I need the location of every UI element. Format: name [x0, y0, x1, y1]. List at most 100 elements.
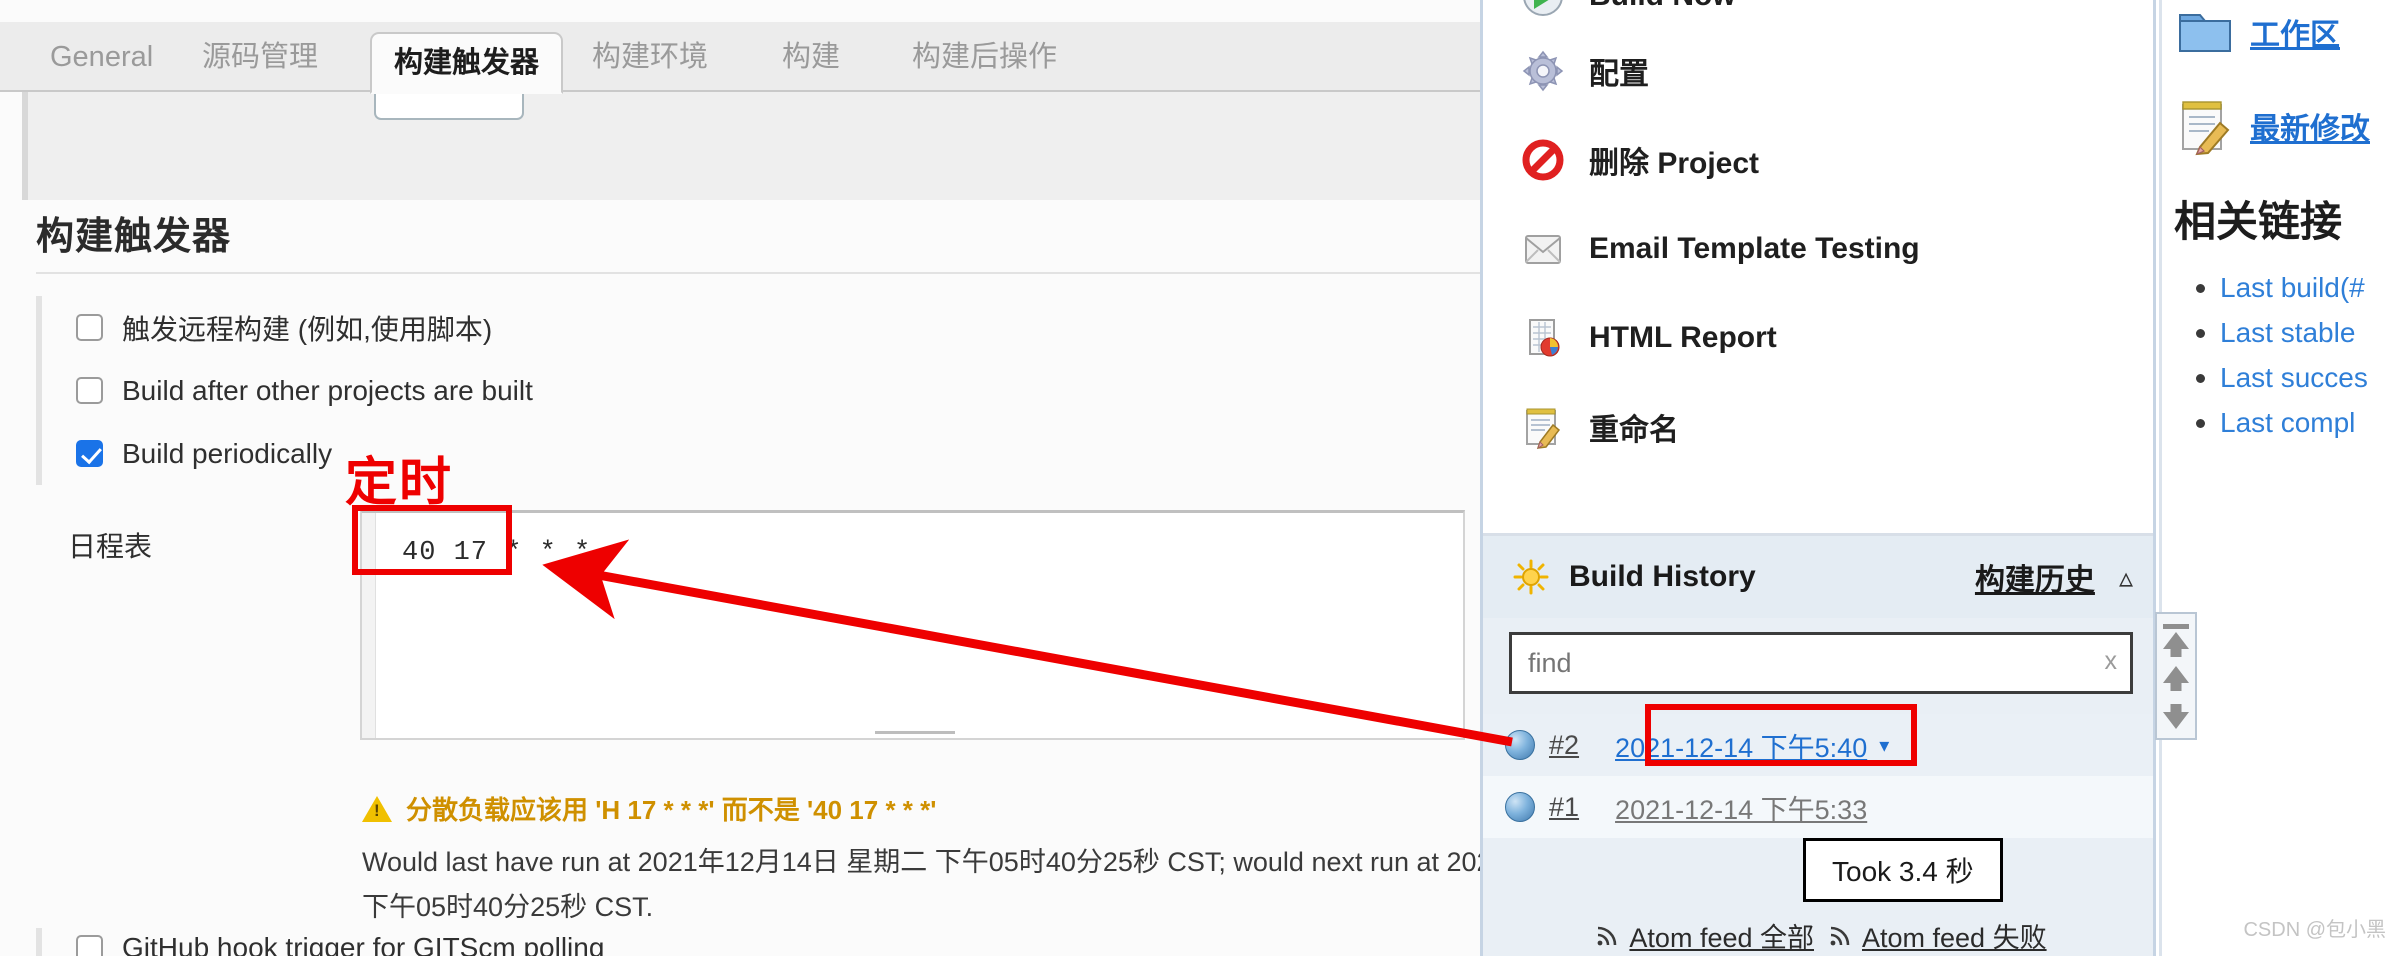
menu-item-delete-project-label: 删除 Project [1589, 146, 1760, 180]
build-periodically-row[interactable]: Build periodically [76, 422, 1480, 485]
gear-icon [1519, 47, 1567, 95]
scroll-up-stem [2170, 681, 2182, 691]
build-periodically-checkbox[interactable] [76, 440, 103, 467]
github-hook-trigger-checkbox[interactable] [76, 934, 103, 956]
build-after-other-projects-row[interactable]: Build after other projects are built [76, 359, 1480, 422]
screenshot-root: 高级 General 源码管理 构建触发器 构建环境 构建 构建后操作 构建触发… [0, 0, 2406, 956]
last-changes-link[interactable]: 最新修改 [2162, 78, 2370, 174]
tab-build-triggers[interactable]: 构建触发器 [370, 32, 564, 94]
sun-icon [1513, 559, 1549, 595]
menu-item-configure-label: 配置 [1589, 57, 1649, 91]
menu-item-configure[interactable]: 配置 [1483, 26, 2153, 115]
build-history-search-wrap: x [1509, 632, 2133, 694]
scroll-down-icon[interactable] [2163, 712, 2189, 729]
build-history-search-input[interactable] [1509, 632, 2133, 694]
triggers-form: 触发远程构建 (例如,使用脚本) Build after other proje… [36, 296, 1480, 485]
notepad-pencil-icon [2174, 95, 2236, 157]
build-now-icon [1519, 0, 1567, 20]
rename-icon [1519, 403, 1567, 451]
atom-feed-all-link[interactable]: Atom feed 全部 [1595, 916, 1814, 955]
build-status-ball-icon [1505, 792, 1535, 822]
scroll-top-bar-icon [2163, 624, 2189, 629]
list-item[interactable]: Last succes [2196, 355, 2406, 400]
build-history-header-right: 构建历史 ▵ [1975, 555, 2133, 599]
folder-icon [2174, 1, 2236, 63]
config-top-strip [22, 92, 1480, 200]
build-history-header[interactable]: Build History 构建历史 ▵ [1483, 536, 2153, 618]
rss-icon [1595, 924, 1619, 948]
clear-search-icon[interactable]: x [2105, 647, 2118, 676]
schedule-warning: 分散负载应该用 'H 17 * * *' 而不是 '40 17 * * *' [362, 790, 936, 827]
build-date-link[interactable]: 2021-12-14 下午5:33 [1615, 788, 1867, 827]
menu-item-email-template-testing[interactable]: Email Template Testing [1483, 204, 2153, 293]
workspace-link[interactable]: 工作区 [2162, 0, 2340, 70]
github-hook-trigger-label: GitHub hook trigger for GITScm polling [122, 932, 605, 956]
build-history-title-zh[interactable]: 构建历史 [1975, 555, 2095, 599]
jenkins-sidebar-panel: Build Now 配置 [1480, 0, 2156, 956]
list-item[interactable]: Last stable [2196, 310, 2406, 355]
tab-post-build[interactable]: 构建后操作 [890, 22, 1079, 92]
atom-feed-failed-link[interactable]: Atom feed 失败 [1828, 916, 2047, 955]
section-divider [36, 272, 1480, 274]
build-periodically-label: Build periodically [122, 437, 333, 469]
annotation-dingshi: 定时 [345, 453, 454, 513]
schedule-next-run-line2: 下午05时40分25秒 CST. [362, 892, 654, 922]
related-links-list: Last build(# Last stable Last succes Las… [2162, 265, 2406, 445]
build-after-other-projects-label: Build after other projects are built [122, 374, 533, 406]
schedule-next-run-line1: Would last have run at 2021年12月14日 星期二 下… [362, 847, 1480, 877]
schedule-textarea[interactable]: 40 17 * * * [360, 510, 1465, 740]
build-date-link[interactable]: 2021-12-14 下午5:40 [1615, 726, 1867, 765]
trigger-remote-build-label: 触发远程构建 (例如,使用脚本) [122, 313, 493, 345]
related-links-column: 工作区 最新修改 相关链接 Last build(# Last stable L… [2159, 0, 2406, 956]
related-links-title: 相关链接 [2174, 198, 2343, 245]
list-item[interactable]: Last build(# [2196, 265, 2406, 310]
list-item[interactable]: Last compl [2196, 400, 2406, 445]
trigger-remote-build-checkbox[interactable] [76, 314, 103, 341]
build-history-panel: Build History 构建历史 ▵ x #2 2021-12-14 下午5… [1483, 536, 2153, 956]
config-tab-bar: General 源码管理 构建触发器 构建环境 构建 构建后操作 [0, 22, 1480, 94]
last-changes-link-label: 最新修改 [2250, 113, 2370, 146]
tab-general[interactable]: General [28, 22, 175, 92]
schedule-value: 40 17 * * * [402, 538, 592, 568]
build-history-title: Build History [1569, 560, 1756, 593]
warning-triangle-icon [362, 795, 392, 822]
build-history-scroll-controls[interactable] [2155, 612, 2197, 740]
csdn-watermark: CSDN @包小黑 [2243, 919, 2386, 941]
build-history-row[interactable]: #1 2021-12-14 下午5:33 [1483, 776, 2153, 838]
build-number-link[interactable]: #2 [1549, 730, 1579, 761]
build-history-row[interactable]: #2 2021-12-14 下午5:40 ▾ [1483, 714, 2153, 776]
project-action-menu: Build Now 配置 [1483, 0, 2153, 471]
job-config-page: 高级 General 源码管理 构建触发器 构建环境 构建 构建后操作 构建触发… [0, 0, 1480, 956]
menu-item-rename-label: 重命名 [1589, 413, 1679, 447]
tab-build[interactable]: 构建 [760, 22, 862, 92]
schedule-label: 日程表 [68, 531, 153, 562]
build-status-ball-icon [1505, 730, 1535, 760]
build-number-link[interactable]: #1 [1549, 792, 1579, 823]
schedule-warning-text: 分散负载应该用 'H 17 * * *' 而不是 '40 17 * * *' [406, 795, 937, 825]
tab-build-env[interactable]: 构建环境 [570, 22, 730, 92]
schedule-gutter [362, 513, 376, 738]
page-title: 构建触发器 [36, 216, 232, 258]
chevron-up-icon[interactable]: ▵ [2119, 561, 2133, 594]
menu-item-build-now-label: Build Now [1589, 0, 1736, 13]
build-duration-tooltip: Took 3.4 秒 [1803, 838, 2003, 902]
github-hook-trigger-row[interactable]: GitHub hook trigger for GITScm polling [36, 928, 1480, 956]
tab-scm[interactable]: 源码管理 [180, 22, 340, 92]
scroll-to-top-stem [2170, 647, 2182, 657]
menu-item-delete-project[interactable]: 删除 Project [1483, 115, 2153, 204]
build-after-other-projects-checkbox[interactable] [76, 377, 103, 404]
workspace-link-label: 工作区 [2250, 19, 2340, 52]
schedule-resize-handle[interactable] [362, 722, 1467, 738]
menu-item-build-now[interactable]: Build Now [1483, 0, 2153, 26]
menu-item-email-template-testing-label: Email Template Testing [1589, 231, 1920, 265]
atom-feed-links: Atom feed 全部 Atom feed 失败 [1483, 916, 2153, 955]
chevron-down-icon[interactable]: ▾ [1879, 733, 1889, 758]
menu-item-html-report-label: HTML Report [1589, 320, 1777, 354]
delete-icon [1519, 136, 1567, 184]
menu-item-html-report[interactable]: HTML Report [1483, 293, 2153, 382]
menu-item-rename[interactable]: 重命名 [1483, 382, 2153, 471]
html-report-icon [1519, 314, 1567, 362]
email-icon [1519, 225, 1567, 273]
trigger-remote-build-row[interactable]: 触发远程构建 (例如,使用脚本) [76, 296, 1480, 359]
rss-icon [1828, 924, 1852, 948]
